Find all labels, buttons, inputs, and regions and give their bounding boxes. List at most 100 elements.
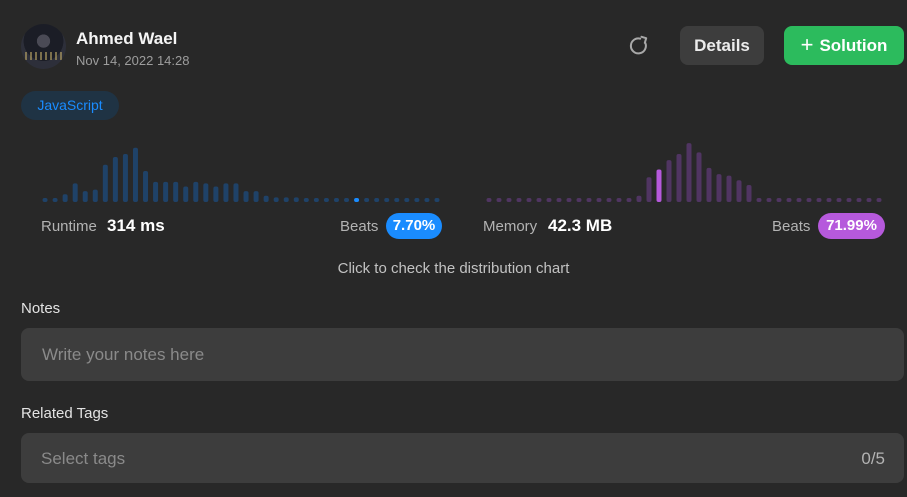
runtime-distribution-bar[interactable] bbox=[414, 198, 420, 202]
memory-distribution-bar[interactable] bbox=[596, 198, 602, 202]
runtime-distribution-bar[interactable] bbox=[253, 191, 259, 202]
runtime-distribution-bar[interactable] bbox=[52, 198, 58, 202]
memory-distribution-bar[interactable] bbox=[646, 177, 652, 202]
memory-distribution-bar[interactable] bbox=[776, 198, 782, 202]
memory-distribution-bar[interactable] bbox=[746, 184, 752, 202]
refresh-icon[interactable] bbox=[627, 34, 651, 58]
runtime-distribution-bar[interactable] bbox=[122, 153, 128, 202]
memory-distribution-bar[interactable] bbox=[696, 152, 702, 202]
memory-distribution-bar[interactable] bbox=[506, 198, 512, 202]
runtime-distribution-bar[interactable] bbox=[193, 181, 199, 202]
runtime-distribution-bar[interactable] bbox=[62, 194, 68, 202]
memory-distribution-bar[interactable] bbox=[586, 198, 592, 202]
runtime-distribution-bar[interactable] bbox=[293, 197, 299, 202]
memory-beats-label: Beats bbox=[772, 218, 811, 235]
runtime-distribution-bar[interactable] bbox=[364, 198, 370, 202]
runtime-distribution-bar[interactable] bbox=[143, 171, 149, 202]
runtime-distribution-bar[interactable] bbox=[283, 197, 289, 202]
user-name[interactable]: Ahmed Wael bbox=[76, 29, 177, 49]
runtime-distribution-bar[interactable] bbox=[424, 198, 430, 202]
runtime-distribution-bar[interactable] bbox=[102, 164, 108, 202]
runtime-distribution-bar[interactable] bbox=[434, 198, 440, 202]
memory-label: Memory bbox=[483, 218, 538, 235]
runtime-distribution-bar[interactable] bbox=[263, 195, 269, 202]
memory-distribution-bar[interactable] bbox=[556, 198, 562, 202]
memory-distribution-bar[interactable] bbox=[686, 143, 692, 202]
notes-label: Notes bbox=[21, 300, 61, 317]
runtime-distribution-bar[interactable] bbox=[313, 198, 319, 202]
runtime-distribution-bar[interactable] bbox=[233, 183, 239, 202]
memory-distribution-bar[interactable] bbox=[766, 198, 772, 202]
memory-distribution-bar[interactable] bbox=[566, 198, 572, 202]
tags-placeholder: Select tags bbox=[41, 449, 126, 468]
memory-distribution-bar-current[interactable] bbox=[656, 169, 662, 202]
memory-distribution-bar[interactable] bbox=[626, 198, 632, 202]
runtime-distribution-bar[interactable] bbox=[394, 198, 400, 202]
runtime-distribution-bar[interactable] bbox=[82, 191, 88, 202]
memory-distribution-bar[interactable] bbox=[546, 198, 552, 202]
runtime-distribution-bar[interactable] bbox=[132, 147, 138, 202]
distribution-chart-link[interactable]: Click to check the distribution chart bbox=[0, 260, 907, 277]
memory-distribution-bar[interactable] bbox=[806, 198, 812, 202]
memory-distribution-bar[interactable] bbox=[786, 198, 792, 202]
memory-distribution-bar[interactable] bbox=[726, 175, 732, 202]
runtime-distribution-bar[interactable] bbox=[92, 189, 98, 202]
memory-distribution-bar[interactable] bbox=[606, 198, 612, 202]
runtime-distribution-bar[interactable] bbox=[223, 183, 229, 202]
memory-distribution-bar[interactable] bbox=[536, 198, 542, 202]
memory-distribution-bar[interactable] bbox=[666, 160, 672, 202]
runtime-distribution-bar[interactable] bbox=[384, 198, 390, 202]
memory-distribution-bar[interactable] bbox=[816, 198, 822, 202]
memory-distribution-bar[interactable] bbox=[716, 174, 722, 202]
memory-distribution-bar[interactable] bbox=[736, 180, 742, 202]
memory-distribution-bar[interactable] bbox=[496, 198, 502, 202]
solution-button[interactable]: + Solution bbox=[784, 26, 904, 65]
plus-icon: + bbox=[800, 32, 814, 57]
runtime-distribution-bar[interactable] bbox=[213, 186, 219, 203]
runtime-distribution-bar[interactable] bbox=[203, 183, 209, 202]
runtime-distribution-bar[interactable] bbox=[173, 181, 179, 202]
memory-distribution-bar[interactable] bbox=[846, 198, 852, 202]
memory-distribution-bar[interactable] bbox=[636, 195, 642, 202]
tags-select[interactable]: Select tags 0/5 bbox=[21, 433, 904, 483]
runtime-distribution-bar[interactable] bbox=[183, 186, 189, 203]
runtime-distribution-bar[interactable] bbox=[344, 198, 350, 202]
runtime-distribution-bar[interactable] bbox=[243, 191, 249, 202]
runtime-distribution-bar[interactable] bbox=[273, 197, 279, 202]
runtime-distribution-bar[interactable] bbox=[333, 198, 339, 202]
memory-distribution-bar[interactable] bbox=[756, 198, 762, 202]
user-avatar[interactable] bbox=[21, 24, 66, 69]
tags-count: 0/5 bbox=[861, 449, 885, 468]
runtime-distribution-bar[interactable] bbox=[374, 198, 380, 202]
memory-distribution-bar[interactable] bbox=[856, 198, 862, 202]
runtime-distribution-bar-current[interactable] bbox=[354, 198, 360, 202]
details-button[interactable]: Details bbox=[680, 26, 764, 65]
memory-distribution-bar[interactable] bbox=[676, 153, 682, 202]
memory-distribution-bar[interactable] bbox=[876, 198, 882, 202]
runtime-distribution-bar[interactable] bbox=[303, 198, 309, 202]
runtime-distribution-bar[interactable] bbox=[163, 181, 169, 202]
runtime-distribution-bar[interactable] bbox=[153, 181, 159, 202]
runtime-distribution-bar[interactable] bbox=[112, 157, 118, 202]
runtime-distribution-bar[interactable] bbox=[404, 198, 410, 202]
memory-distribution-bar[interactable] bbox=[866, 198, 872, 202]
runtime-distribution-bar[interactable] bbox=[42, 198, 48, 202]
runtime-distribution-bar[interactable] bbox=[323, 198, 329, 202]
memory-distribution-bar[interactable] bbox=[576, 198, 582, 202]
memory-distribution-chart[interactable] bbox=[484, 140, 884, 202]
memory-distribution-bar[interactable] bbox=[616, 198, 622, 202]
runtime-distribution-bar[interactable] bbox=[72, 183, 78, 202]
runtime-beats-label: Beats bbox=[340, 218, 379, 235]
language-tag[interactable]: JavaScript bbox=[21, 91, 119, 120]
related-tags-label: Related Tags bbox=[21, 405, 109, 422]
memory-distribution-bar[interactable] bbox=[706, 167, 712, 202]
runtime-label: Runtime bbox=[41, 218, 97, 235]
notes-input[interactable] bbox=[21, 328, 904, 381]
memory-distribution-bar[interactable] bbox=[526, 198, 532, 202]
memory-distribution-bar[interactable] bbox=[836, 198, 842, 202]
runtime-distribution-chart[interactable] bbox=[40, 140, 442, 202]
memory-distribution-bar[interactable] bbox=[826, 198, 832, 202]
memory-distribution-bar[interactable] bbox=[486, 198, 492, 202]
memory-distribution-bar[interactable] bbox=[796, 198, 802, 202]
memory-distribution-bar[interactable] bbox=[516, 198, 522, 202]
